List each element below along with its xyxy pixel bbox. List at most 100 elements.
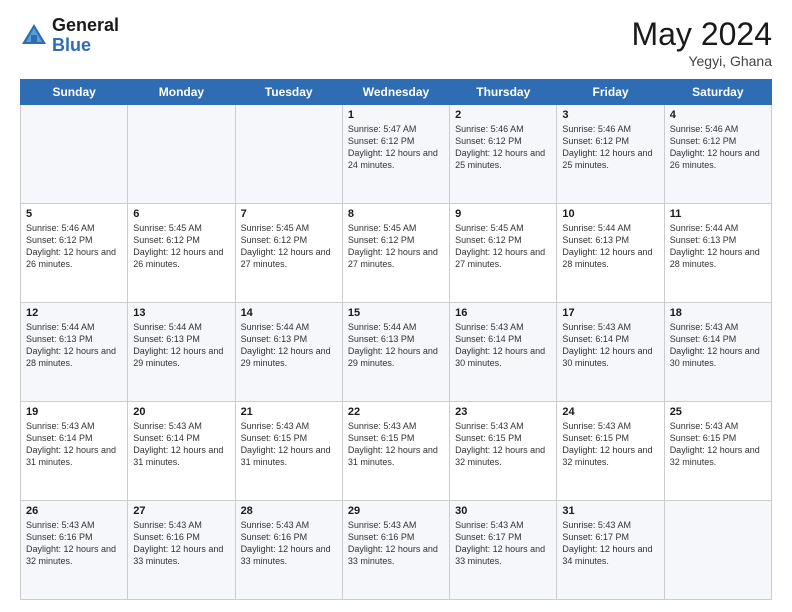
day-number: 20 [133,406,229,418]
day-info: Sunrise: 5:46 AMSunset: 6:12 PMDaylight:… [670,123,766,172]
calendar-week-4: 19 Sunrise: 5:43 AMSunset: 6:14 PMDayligh… [21,402,772,501]
day-info: Sunrise: 5:43 AMSunset: 6:15 PMDaylight:… [241,420,337,469]
day-info: Sunrise: 5:44 AMSunset: 6:13 PMDaylight:… [241,321,337,370]
calendar-cell [21,105,128,204]
header: General Blue May 2024 Yegyi, Ghana [20,16,772,69]
day-number: 19 [26,406,122,418]
calendar-cell: 26 Sunrise: 5:43 AMSunset: 6:16 PMDayligh… [21,501,128,600]
calendar-header-tuesday: Tuesday [235,80,342,105]
calendar-cell: 30 Sunrise: 5:43 AMSunset: 6:17 PMDayligh… [450,501,557,600]
calendar-cell: 14 Sunrise: 5:44 AMSunset: 6:13 PMDayligh… [235,303,342,402]
day-number: 11 [670,208,766,220]
calendar-cell: 11 Sunrise: 5:44 AMSunset: 6:13 PMDayligh… [664,204,771,303]
day-info: Sunrise: 5:43 AMSunset: 6:14 PMDaylight:… [670,321,766,370]
calendar-cell: 16Sunrise: 5:43 AMSunset: 6:14 PMDayligh… [450,303,557,402]
calendar-cell [664,501,771,600]
calendar-cell: 25 Sunrise: 5:43 AMSunset: 6:15 PMDayligh… [664,402,771,501]
calendar-cell: 29 Sunrise: 5:43 AMSunset: 6:16 PMDayligh… [342,501,449,600]
calendar-cell: 23 Sunrise: 5:43 AMSunset: 6:15 PMDayligh… [450,402,557,501]
day-info: Sunrise: 5:44 AMSunset: 6:13 PMDaylight:… [670,222,766,271]
day-info: Sunrise: 5:44 AMSunset: 6:13 PMDaylight:… [26,321,122,370]
day-info: Sunrise: 5:43 AMSunset: 6:16 PMDaylight:… [348,519,444,568]
calendar-cell: 19 Sunrise: 5:43 AMSunset: 6:14 PMDayligh… [21,402,128,501]
day-number: 29 [348,505,444,517]
day-number: 5 [26,208,122,220]
day-number: 16 [455,307,551,319]
day-number: 24 [562,406,658,418]
calendar-week-2: 5 Sunrise: 5:46 AMSunset: 6:12 PMDaylight… [21,204,772,303]
day-info: Sunrise: 5:43 AMSunset: 6:17 PMDaylight:… [562,519,658,568]
calendar-cell: 24 Sunrise: 5:43 AMSunset: 6:15 PMDayligh… [557,402,664,501]
day-number: 30 [455,505,551,517]
logo: General Blue [20,16,119,56]
calendar-header-wednesday: Wednesday [342,80,449,105]
calendar-cell: 17 Sunrise: 5:43 AMSunset: 6:14 PMDayligh… [557,303,664,402]
title-block: May 2024 Yegyi, Ghana [631,16,772,69]
day-number: 27 [133,505,229,517]
calendar-header-row: SundayMondayTuesdayWednesdayThursdayFrid… [21,80,772,105]
day-number: 28 [241,505,337,517]
logo-general: General [52,16,119,36]
calendar-cell: 21 Sunrise: 5:43 AMSunset: 6:15 PMDayligh… [235,402,342,501]
calendar-cell: 6Sunrise: 5:45 AMSunset: 6:12 PMDaylight… [128,204,235,303]
day-info: Sunrise: 5:43 AMSunset: 6:15 PMDaylight:… [455,420,551,469]
day-number: 4 [670,109,766,121]
calendar-cell: 12 Sunrise: 5:44 AMSunset: 6:13 PMDayligh… [21,303,128,402]
calendar-cell: 22Sunrise: 5:43 AMSunset: 6:15 PMDayligh… [342,402,449,501]
calendar-cell: 4 Sunrise: 5:46 AMSunset: 6:12 PMDaylight… [664,105,771,204]
day-number: 26 [26,505,122,517]
day-info: Sunrise: 5:43 AMSunset: 6:17 PMDaylight:… [455,519,551,568]
calendar-cell: 5 Sunrise: 5:46 AMSunset: 6:12 PMDaylight… [21,204,128,303]
day-number: 1 [348,109,444,121]
day-number: 25 [670,406,766,418]
day-info: Sunrise: 5:43 AMSunset: 6:15 PMDaylight:… [670,420,766,469]
calendar-cell: 31 Sunrise: 5:43 AMSunset: 6:17 PMDayligh… [557,501,664,600]
day-number: 17 [562,307,658,319]
day-info: Sunrise: 5:43 AMSunset: 6:14 PMDaylight:… [562,321,658,370]
calendar-header-thursday: Thursday [450,80,557,105]
day-info: Sunrise: 5:46 AMSunset: 6:12 PMDaylight:… [562,123,658,172]
day-number: 3 [562,109,658,121]
calendar-week-1: 1Sunrise: 5:47 AMSunset: 6:12 PMDaylight… [21,105,772,204]
day-info: Sunrise: 5:43 AMSunset: 6:16 PMDaylight:… [133,519,229,568]
day-number: 21 [241,406,337,418]
day-info: Sunrise: 5:43 AMSunset: 6:15 PMDaylight:… [562,420,658,469]
calendar-cell: 1Sunrise: 5:47 AMSunset: 6:12 PMDaylight… [342,105,449,204]
calendar-cell: 28Sunrise: 5:43 AMSunset: 6:16 PMDayligh… [235,501,342,600]
calendar-week-3: 12 Sunrise: 5:44 AMSunset: 6:13 PMDayligh… [21,303,772,402]
day-number: 8 [348,208,444,220]
day-info: Sunrise: 5:46 AMSunset: 6:12 PMDaylight:… [26,222,122,271]
day-number: 18 [670,307,766,319]
logo-icon [20,22,48,50]
day-number: 23 [455,406,551,418]
day-number: 12 [26,307,122,319]
logo-text: General Blue [52,16,119,56]
day-number: 7 [241,208,337,220]
day-info: Sunrise: 5:46 AMSunset: 6:12 PMDaylight:… [455,123,551,172]
day-info: Sunrise: 5:44 AMSunset: 6:13 PMDaylight:… [562,222,658,271]
day-number: 13 [133,307,229,319]
day-info: Sunrise: 5:43 AMSunset: 6:16 PMDaylight:… [26,519,122,568]
calendar-cell [128,105,235,204]
calendar-cell [235,105,342,204]
day-number: 15 [348,307,444,319]
day-number: 9 [455,208,551,220]
day-number: 10 [562,208,658,220]
calendar-cell: 27 Sunrise: 5:43 AMSunset: 6:16 PMDayligh… [128,501,235,600]
day-info: Sunrise: 5:43 AMSunset: 6:14 PMDaylight:… [26,420,122,469]
calendar-cell: 15 Sunrise: 5:44 AMSunset: 6:13 PMDayligh… [342,303,449,402]
title-month: May 2024 [631,16,772,53]
calendar-cell: 8 Sunrise: 5:45 AMSunset: 6:12 PMDaylight… [342,204,449,303]
title-location: Yegyi, Ghana [631,53,772,69]
day-info: Sunrise: 5:44 AMSunset: 6:13 PMDaylight:… [348,321,444,370]
day-info: Sunrise: 5:45 AMSunset: 6:12 PMDaylight:… [348,222,444,271]
day-number: 14 [241,307,337,319]
day-info: Sunrise: 5:45 AMSunset: 6:12 PMDaylight:… [241,222,337,271]
calendar-cell: 13Sunrise: 5:44 AMSunset: 6:13 PMDayligh… [128,303,235,402]
day-number: 31 [562,505,658,517]
calendar-table: SundayMondayTuesdayWednesdayThursdayFrid… [20,79,772,600]
calendar-cell: 20Sunrise: 5:43 AMSunset: 6:14 PMDayligh… [128,402,235,501]
day-info: Sunrise: 5:43 AMSunset: 6:15 PMDaylight:… [348,420,444,469]
day-info: Sunrise: 5:45 AMSunset: 6:12 PMDaylight:… [133,222,229,271]
calendar-week-5: 26 Sunrise: 5:43 AMSunset: 6:16 PMDayligh… [21,501,772,600]
